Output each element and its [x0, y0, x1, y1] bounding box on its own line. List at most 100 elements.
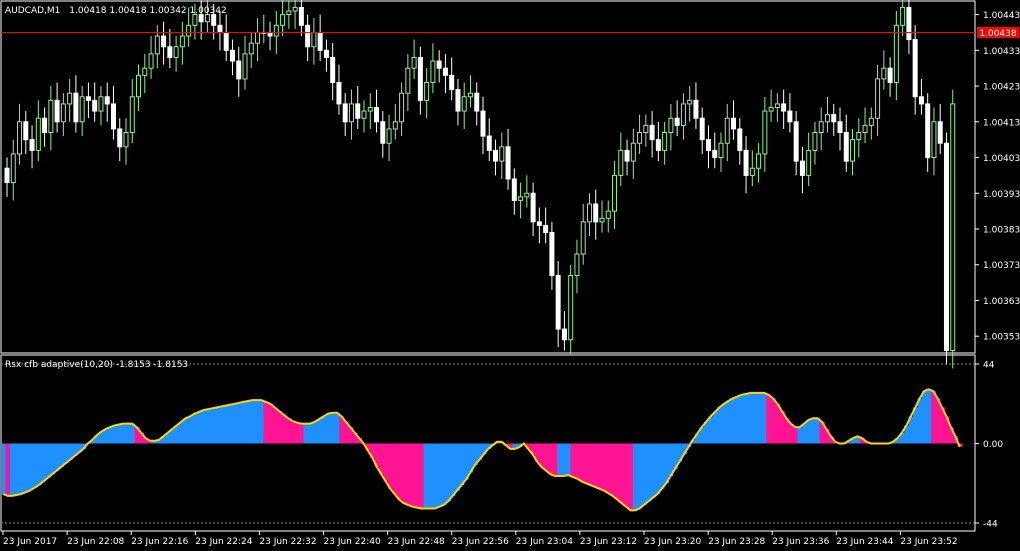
indicator-bar — [646, 443, 652, 502]
candle-body — [900, 6, 906, 26]
indicator-bar — [285, 418, 291, 444]
candle-body — [67, 92, 73, 105]
candle-body — [586, 203, 592, 223]
indicator-bar — [579, 443, 585, 482]
indicator-bar — [543, 443, 549, 471]
indicator-bar — [303, 423, 309, 444]
indicator-bar — [926, 389, 932, 444]
time-tick-label: 23 Jun 23:52 — [900, 537, 957, 547]
indicator-bar — [423, 443, 429, 509]
indicator-bar — [210, 408, 216, 444]
candle — [950, 89, 956, 369]
indicator-bar — [743, 393, 750, 444]
time-tick-label: 23 Jun 22:48 — [388, 537, 445, 547]
candle-body — [643, 124, 649, 134]
candle-body — [505, 146, 511, 180]
candle-body — [561, 328, 567, 341]
indicator-bar — [463, 443, 469, 480]
indicator-bar — [254, 400, 260, 444]
price-tick-label: 1.00433 — [983, 47, 1020, 57]
candle-body — [799, 160, 805, 176]
candle-body — [229, 49, 235, 62]
candle-body — [411, 56, 417, 69]
candle-body — [35, 117, 41, 151]
indicator-bar — [299, 423, 305, 444]
price-tick-label: 1.00443 — [983, 11, 1020, 21]
candle-body — [336, 81, 342, 105]
candle-body — [605, 210, 611, 219]
candle-body — [837, 121, 843, 134]
time-axis: 23 Jun 2017 23 Jun 22:08 23 Jun 22:16 23 Ju… — [2, 531, 958, 547]
candle-body — [568, 274, 574, 341]
price-pane[interactable] — [0, 0, 976, 354]
indicator-bar — [628, 443, 634, 511]
candle-body — [831, 114, 837, 123]
indicator-bar — [49, 443, 55, 475]
time-tick-label: 23 Jun 22:40 — [324, 537, 381, 547]
candle-body — [167, 46, 173, 58]
indicator-bar — [219, 406, 225, 444]
indicator-bar — [23, 443, 29, 493]
candle-body — [793, 121, 799, 162]
indicator-bar — [112, 425, 118, 444]
candle-body — [110, 103, 116, 130]
candle-body — [374, 106, 380, 123]
time-tick-label: 23 Jun 22:08 — [67, 537, 124, 547]
indicator-bar — [405, 443, 411, 505]
indicator-bar — [196, 411, 202, 444]
indicator-bar — [36, 443, 42, 486]
candle-body — [580, 221, 586, 255]
indicator-bar — [913, 407, 919, 444]
indicator-bar — [539, 443, 545, 467]
indicator-bar — [321, 416, 327, 444]
candle-body — [73, 92, 79, 123]
candle-body — [217, 24, 223, 33]
candle-body — [893, 24, 899, 83]
indicator-bar — [450, 443, 456, 496]
candle-body — [881, 67, 887, 80]
candle-body — [311, 31, 317, 48]
indicator-bar — [236, 402, 242, 444]
candle-body — [574, 253, 580, 276]
indicator-bar — [726, 401, 732, 444]
indicator-bar — [454, 443, 460, 491]
candle-body — [499, 146, 505, 162]
candle-body — [154, 35, 160, 55]
candle-body — [461, 96, 467, 112]
candle-body — [342, 103, 348, 123]
candle-body — [756, 153, 762, 169]
candle-body — [887, 67, 893, 83]
time-tick-label: 23 Jun 22:16 — [131, 537, 188, 547]
candle-body — [161, 35, 167, 48]
indicator-bar — [192, 413, 198, 444]
candle-body — [906, 6, 912, 41]
price-tick-label: 1.00393 — [983, 190, 1020, 200]
indicator-bar — [921, 391, 928, 444]
candle-body — [555, 274, 561, 330]
candle-body — [405, 67, 411, 94]
price-tick-label: 1.00413 — [983, 118, 1020, 128]
indicator-bar — [183, 418, 189, 444]
indicator-bar — [32, 443, 38, 488]
candle-body — [436, 60, 442, 69]
candle-body — [298, 6, 304, 26]
indicator-bar — [717, 407, 723, 444]
indicator-bar — [432, 443, 438, 509]
indicator-bar — [588, 443, 594, 486]
candle — [943, 132, 949, 365]
indicator-bar — [815, 418, 821, 444]
indicator-bar — [757, 392, 763, 444]
time-tick-label: 23 Jun 23:44 — [836, 537, 893, 547]
indicator-bar — [655, 443, 661, 495]
price-tick-label: 1.00363 — [983, 297, 1020, 307]
candle-body — [737, 128, 743, 151]
indicator-bar — [574, 443, 580, 479]
indicator-title: Rsx cfb adaptive(10,20) -1.8153 -1.8153 — [5, 360, 188, 370]
candle-body — [624, 149, 630, 162]
candle-body — [724, 117, 730, 144]
chart-window: 1.00443 1.00433 1.00423 1.00413 1.00403 1.003… — [0, 0, 1020, 547]
candle-body — [136, 74, 142, 98]
candle-body — [60, 103, 66, 123]
candle-body — [768, 106, 774, 112]
candle-body — [731, 117, 737, 130]
